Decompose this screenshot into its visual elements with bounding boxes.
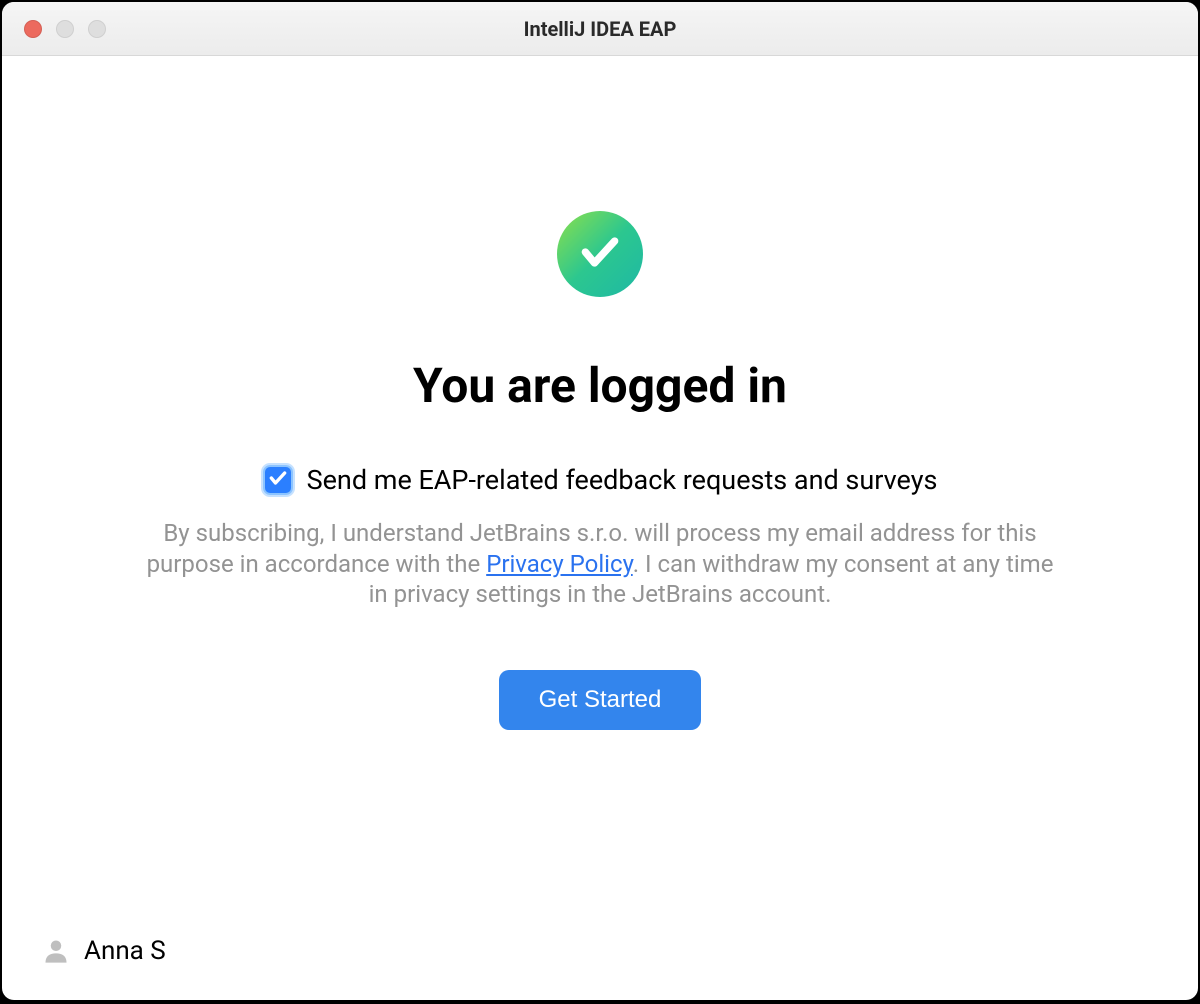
username-label: Anna S — [84, 936, 166, 966]
user-avatar-icon — [42, 937, 70, 965]
disclaimer-text: By subscribing, I understand JetBrains s… — [140, 518, 1060, 610]
close-window-button[interactable] — [24, 20, 42, 38]
feedback-checkbox[interactable] — [263, 465, 293, 495]
get-started-button[interactable]: Get Started — [499, 670, 702, 730]
main-content: You are logged in Send me EAP-related fe… — [2, 56, 1198, 1000]
page-title: You are logged in — [413, 357, 787, 414]
app-window: IntelliJ IDEA EAP You are logged in Send — [2, 2, 1198, 1000]
window-title: IntelliJ IDEA EAP — [524, 17, 677, 41]
maximize-window-button[interactable] — [88, 20, 106, 38]
feedback-checkbox-label: Send me EAP-related feedback requests an… — [307, 464, 938, 496]
traffic-lights — [2, 20, 106, 38]
titlebar: IntelliJ IDEA EAP — [2, 2, 1198, 56]
footer-user: Anna S — [42, 936, 166, 966]
success-badge — [557, 211, 643, 297]
checkmark-icon — [578, 230, 622, 278]
privacy-policy-link[interactable]: Privacy Policy — [486, 550, 633, 578]
checkbox-checkmark-icon — [268, 468, 288, 492]
minimize-window-button[interactable] — [56, 20, 74, 38]
feedback-checkbox-row: Send me EAP-related feedback requests an… — [263, 464, 938, 496]
